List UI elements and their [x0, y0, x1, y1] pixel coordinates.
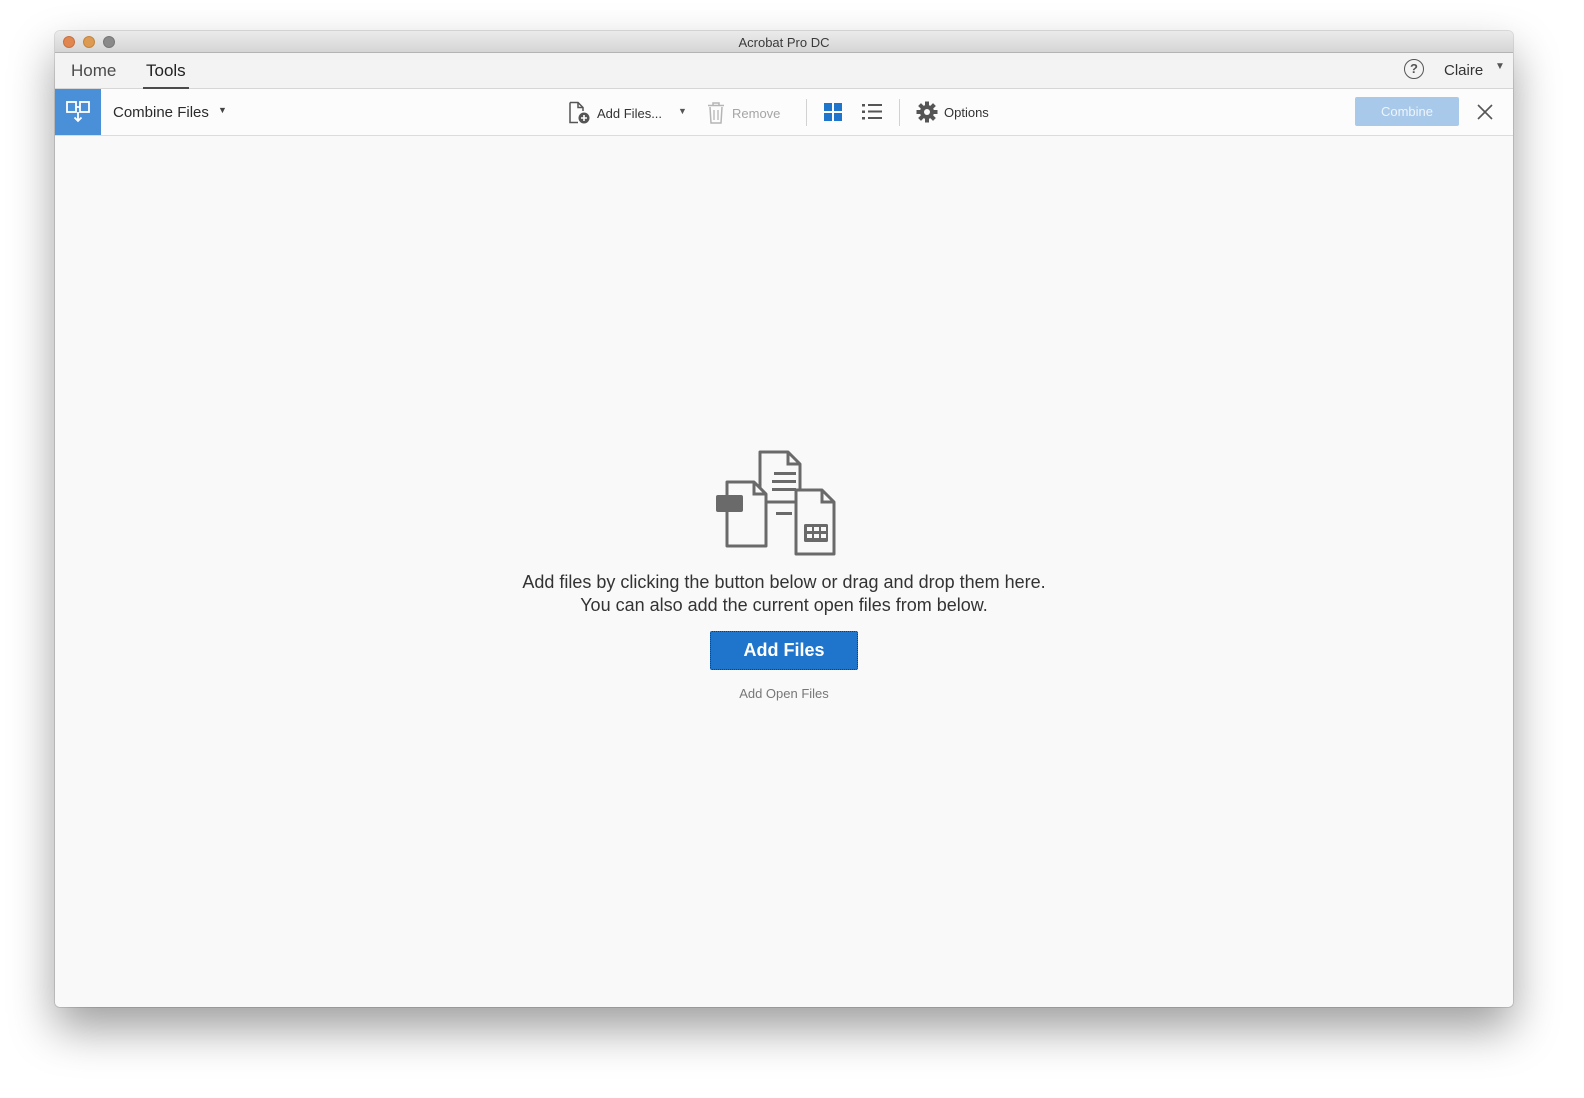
add-files-button[interactable]: Add Files [710, 631, 858, 670]
title-bar: Acrobat Pro DC [55, 31, 1513, 53]
tab-tools[interactable]: Tools [143, 61, 189, 90]
options-label: Options [944, 104, 989, 120]
tab-bar: Home Tools ? Claire ▼ [55, 53, 1513, 90]
chevron-down-icon[interactable]: ▼ [678, 106, 687, 116]
add-files-toolbar-label: Add Files... [597, 105, 663, 121]
drop-zone[interactable]: Add files by clicking the button below o… [55, 136, 1513, 1007]
toolbar-divider [899, 99, 900, 126]
add-files-toolbar-button[interactable]: Add Files... [568, 101, 662, 125]
grid-view-icon [824, 103, 842, 121]
toolbar-divider [806, 99, 807, 126]
chevron-down-icon[interactable]: ▼ [218, 105, 227, 115]
tool-toolbar: Combine Files ▼ Add Files... ▼ Remove Op… [55, 89, 1513, 136]
drop-instruction-line2: You can also add the current open files … [580, 595, 988, 615]
chevron-down-icon[interactable]: ▼ [1495, 61, 1505, 72]
gear-icon [916, 101, 938, 123]
tool-name-dropdown[interactable]: Combine Files [113, 104, 209, 121]
acrobat-window: Acrobat Pro DC Home Tools ? Claire ▼ Com… [55, 31, 1513, 1007]
trash-icon [708, 102, 724, 124]
remove-label: Remove [732, 105, 781, 121]
add-open-files-link[interactable]: Add Open Files [739, 686, 829, 701]
tab-tools-label: Tools [146, 61, 186, 80]
tab-home[interactable]: Home [71, 61, 116, 81]
file-add-icon [569, 101, 590, 124]
help-icon[interactable]: ? [1404, 59, 1424, 79]
drop-instruction-line1: Add files by clicking the button below o… [522, 572, 1046, 592]
add-open-files-link-row: Add Open Files [55, 686, 1513, 701]
window-title: Acrobat Pro DC [738, 35, 830, 50]
remove-button[interactable]: Remove [706, 101, 780, 125]
grid-view-button[interactable] [823, 102, 843, 122]
list-view-icon [862, 104, 882, 120]
user-menu[interactable]: Claire [1444, 62, 1483, 79]
options-button[interactable]: Options [916, 101, 989, 123]
close-icon[interactable] [1475, 102, 1495, 122]
combine-files-illustration-icon [716, 450, 836, 556]
list-view-button[interactable] [861, 102, 883, 122]
combine-files-icon[interactable] [55, 89, 101, 135]
combine-button[interactable]: Combine [1355, 97, 1459, 126]
